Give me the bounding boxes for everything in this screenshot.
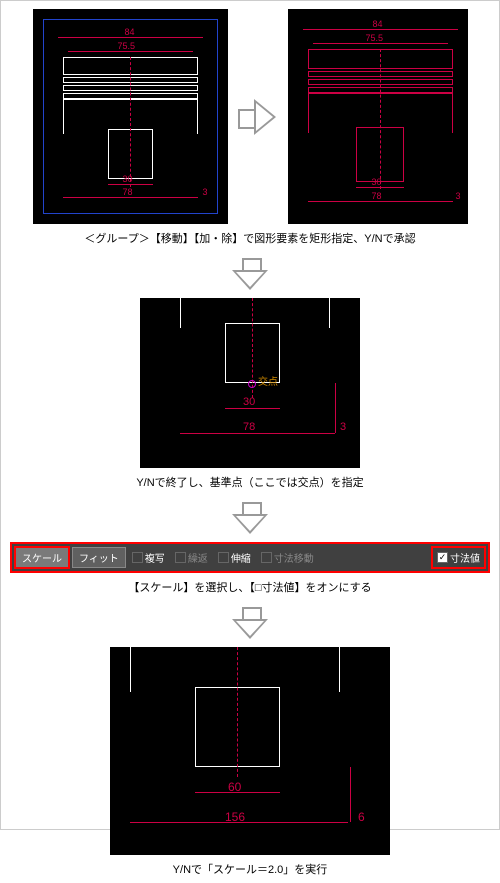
dim-78-c: 78 xyxy=(243,421,255,433)
intersection-point-icon xyxy=(248,380,256,388)
arrow-down-3-icon xyxy=(230,607,270,641)
arrow-down-1-icon xyxy=(230,258,270,292)
scale-toolbar: スケール フィット 複写 繰返 伸縮 寸法移動 ✓寸法値 xyxy=(10,542,490,573)
dim-30-b: 30 xyxy=(372,177,382,187)
cad-basepoint: 交点 30 78 3 xyxy=(140,298,360,468)
dim-6-d: 6 xyxy=(358,810,365,824)
dim-3-c: 3 xyxy=(340,421,346,433)
caption-4: Y/Nで「スケール＝2.0」を実行 xyxy=(173,861,328,877)
cad-before: 84 75.5 30 78 3 xyxy=(33,9,228,224)
dim-78-b: 78 xyxy=(372,191,382,201)
dim-156-d: 156 xyxy=(225,810,245,824)
dim-78-a: 78 xyxy=(123,187,133,197)
dim-30-c: 30 xyxy=(243,396,255,408)
cad-after-select: 84 75.5 30 78 3 xyxy=(288,9,468,224)
fit-button[interactable]: フィット xyxy=(72,547,126,568)
dim-755-b: 75.5 xyxy=(366,33,384,43)
copy-checkbox[interactable]: 複写 xyxy=(128,550,169,565)
dim-60-d: 60 xyxy=(228,780,241,794)
dim-3-a: 3 xyxy=(203,187,208,197)
arrow-right-icon xyxy=(238,97,278,137)
dimmove-checkbox[interactable]: 寸法移動 xyxy=(257,550,318,565)
dim-84-b: 84 xyxy=(373,19,383,29)
dim-3-b: 3 xyxy=(456,191,461,201)
dim-755-a: 75.5 xyxy=(118,41,136,51)
scale-button[interactable]: スケール xyxy=(14,546,70,569)
intersection-label: 交点 xyxy=(258,373,278,388)
arrow-down-2-icon xyxy=(230,502,270,536)
caption-1: ＜グループ＞【移動】【加・除】で図形要素を矩形指定、Y/Nで承認 xyxy=(84,230,415,246)
caption-3: 【スケール】を選択し、【□寸法値】をオンにする xyxy=(128,579,371,595)
cad-scaled: 60 156 6 xyxy=(110,647,390,855)
caption-2: Y/Nで終了し、基準点（ここでは交点）を指定 xyxy=(136,474,363,490)
dimval-checkbox[interactable]: ✓寸法値 xyxy=(431,546,486,569)
dim-84-a: 84 xyxy=(125,27,135,37)
stretch-checkbox[interactable]: 伸縮 xyxy=(214,550,255,565)
dim-30-a: 30 xyxy=(123,174,133,184)
repeat-checkbox[interactable]: 繰返 xyxy=(171,550,212,565)
